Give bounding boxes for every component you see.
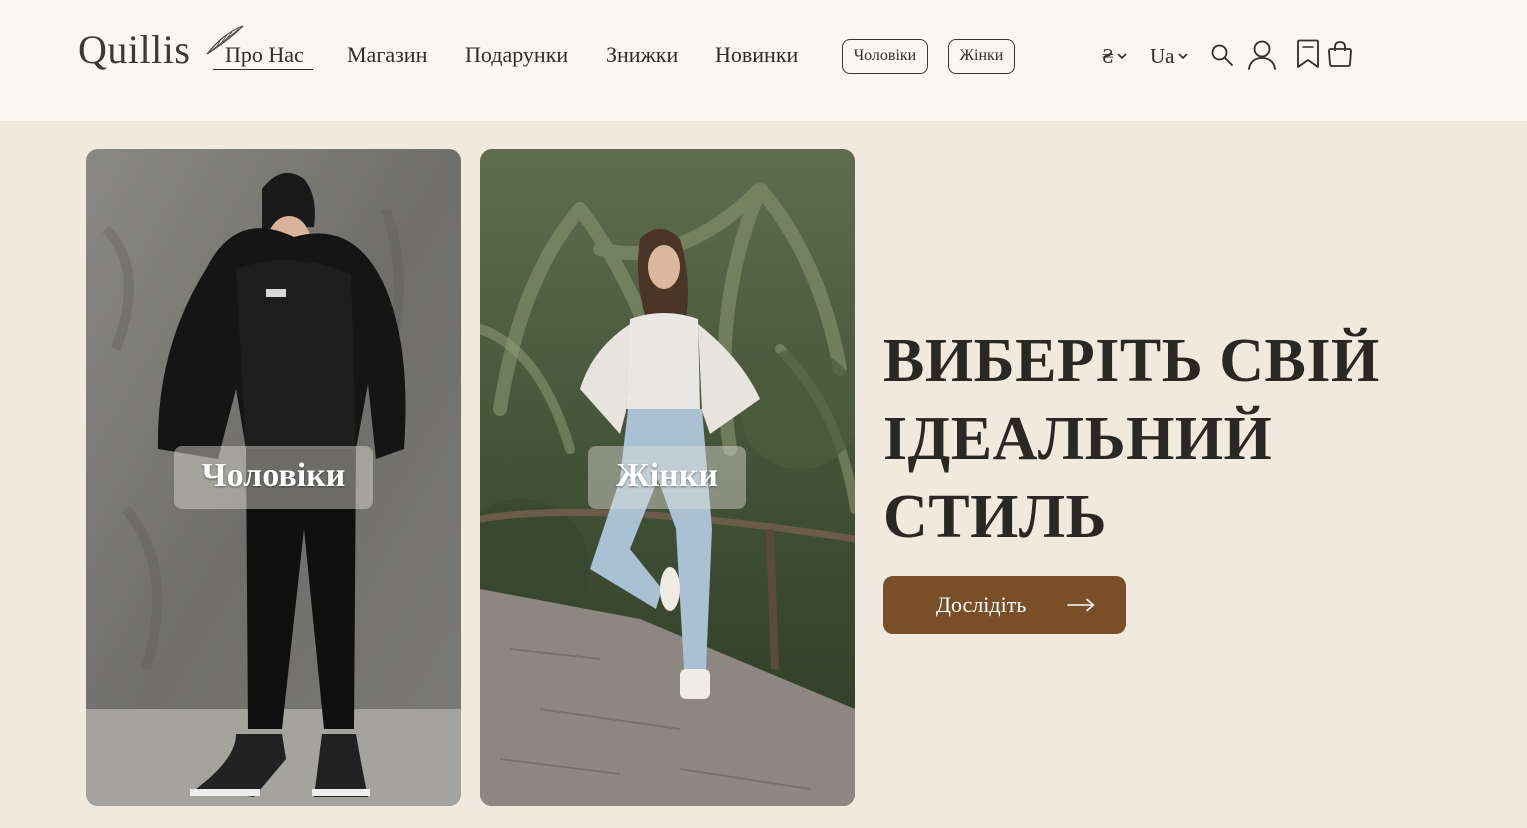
- search-icon[interactable]: [1210, 43, 1234, 67]
- chevron-down-icon: [1117, 53, 1127, 60]
- shopping-bag-icon[interactable]: [1327, 40, 1353, 68]
- explore-button[interactable]: Дослідіть: [883, 576, 1126, 634]
- explore-button-label: Дослідіть: [936, 592, 1027, 617]
- nav-about[interactable]: Про Нас: [213, 42, 313, 70]
- nav-discounts[interactable]: Знижки: [606, 42, 678, 68]
- category-card-men[interactable]: Чоловіки: [86, 149, 461, 806]
- nav-new[interactable]: Новинки: [715, 42, 798, 68]
- currency-select[interactable]: ₴: [1102, 43, 1127, 69]
- arrow-right-icon: [1067, 598, 1095, 612]
- currency-value: ₴: [1102, 44, 1114, 68]
- hero-headline: ВИБЕРІТЬ СВІЙ ІДЕАЛЬНИЙ СТИЛЬ: [883, 322, 1403, 556]
- hero-headline-line-3: СТИЛЬ: [883, 483, 1108, 551]
- language-select[interactable]: Ua: [1150, 43, 1188, 69]
- language-value: Ua: [1150, 44, 1175, 68]
- logo[interactable]: Quillis: [78, 30, 190, 70]
- hero-headline-line-2: ІДЕАЛЬНИЙ: [883, 405, 1273, 473]
- pill-men[interactable]: Чоловіки: [842, 39, 928, 74]
- pill-women[interactable]: Жінки: [948, 39, 1015, 74]
- bookmark-icon[interactable]: [1295, 39, 1321, 69]
- category-card-women[interactable]: Жінки: [480, 149, 855, 806]
- nav-shop[interactable]: Магазин: [347, 42, 427, 68]
- chevron-down-icon: [1177, 53, 1188, 60]
- hero-headline-line-1: ВИБЕРІТЬ СВІЙ: [883, 327, 1380, 395]
- site-header: Quillis Про Нас Магазин Подарунки Знижки…: [0, 0, 1527, 121]
- user-icon[interactable]: [1247, 39, 1277, 71]
- category-card-men-label: Чоловіки: [174, 446, 373, 509]
- nav-gifts[interactable]: Подарунки: [465, 42, 568, 68]
- category-card-women-label: Жінки: [588, 446, 746, 509]
